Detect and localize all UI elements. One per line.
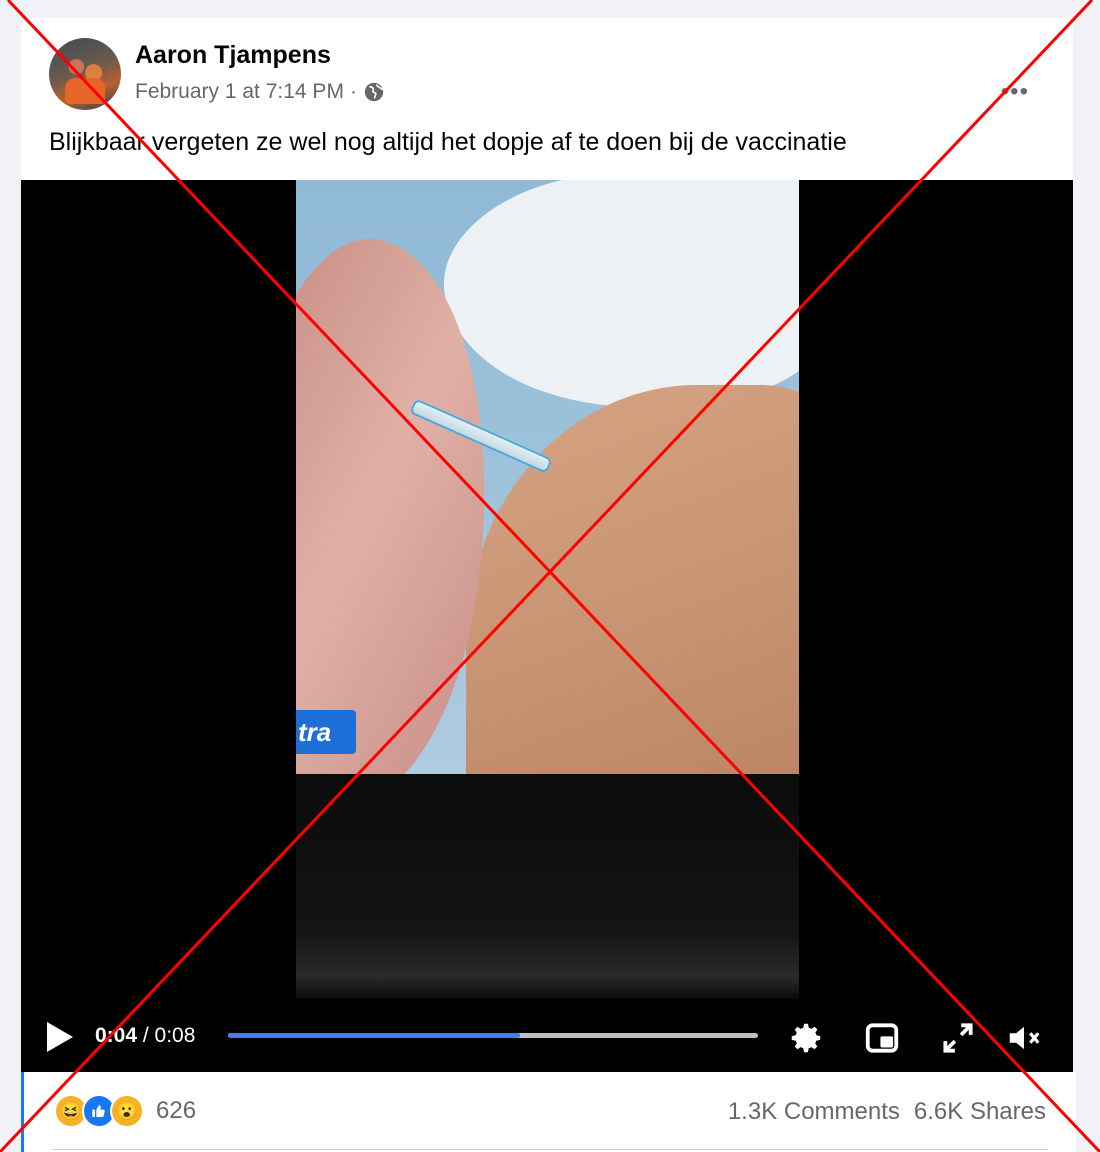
reaction-count: 626 (156, 1097, 197, 1124)
post-card: Aaron Tjampens February 1 at 7:14 PM · •… (21, 18, 1076, 1152)
play-icon[interactable] (47, 1022, 73, 1052)
channel-badge: tra (296, 710, 356, 754)
post-footer: 😆 😮 626 1.3K Comments 6.6K Shares (21, 1072, 1076, 1152)
post-meta: February 1 at 7:14 PM · (135, 80, 385, 104)
time-display: 0:04 / 0:08 (95, 1024, 195, 1048)
progress-fill (228, 1033, 520, 1038)
settings-gear-icon[interactable] (787, 1019, 825, 1057)
fullscreen-icon[interactable] (939, 1019, 977, 1057)
avatar[interactable] (49, 38, 121, 110)
wow-reaction-icon: 😮 (110, 1094, 144, 1128)
current-time: 0:04 (95, 1024, 138, 1047)
duration: / 0:08 (142, 1024, 196, 1047)
video-player[interactable]: tra 0:04 / 0:08 (21, 180, 1073, 1072)
meta-separator: · (349, 80, 357, 103)
more-options-button[interactable]: ••• (1001, 78, 1029, 106)
comments-count[interactable]: 1.3K Comments (728, 1098, 900, 1126)
globe-icon[interactable] (363, 81, 385, 103)
post-header: Aaron Tjampens February 1 at 7:14 PM · •… (49, 38, 1073, 114)
video-frame-lower (296, 774, 799, 999)
footer-divider (52, 1149, 1048, 1150)
engagement-stats: 1.3K Comments 6.6K Shares (728, 1098, 1046, 1126)
video-frame: tra (296, 180, 799, 774)
miniplayer-icon[interactable] (863, 1019, 901, 1057)
post-text: Blijkbaar vergeten ze wel nog altijd het… (49, 128, 847, 156)
muted-volume-icon[interactable] (1005, 1019, 1043, 1057)
progress-bar[interactable] (228, 1033, 758, 1038)
author-name[interactable]: Aaron Tjampens (135, 41, 331, 70)
shares-count[interactable]: 6.6K Shares (914, 1098, 1046, 1126)
video-controls: 0:04 / 0:08 (21, 1002, 1073, 1072)
reactions-summary[interactable]: 😆 😮 626 (54, 1094, 196, 1128)
post-date[interactable]: February 1 at 7:14 PM (135, 80, 344, 104)
